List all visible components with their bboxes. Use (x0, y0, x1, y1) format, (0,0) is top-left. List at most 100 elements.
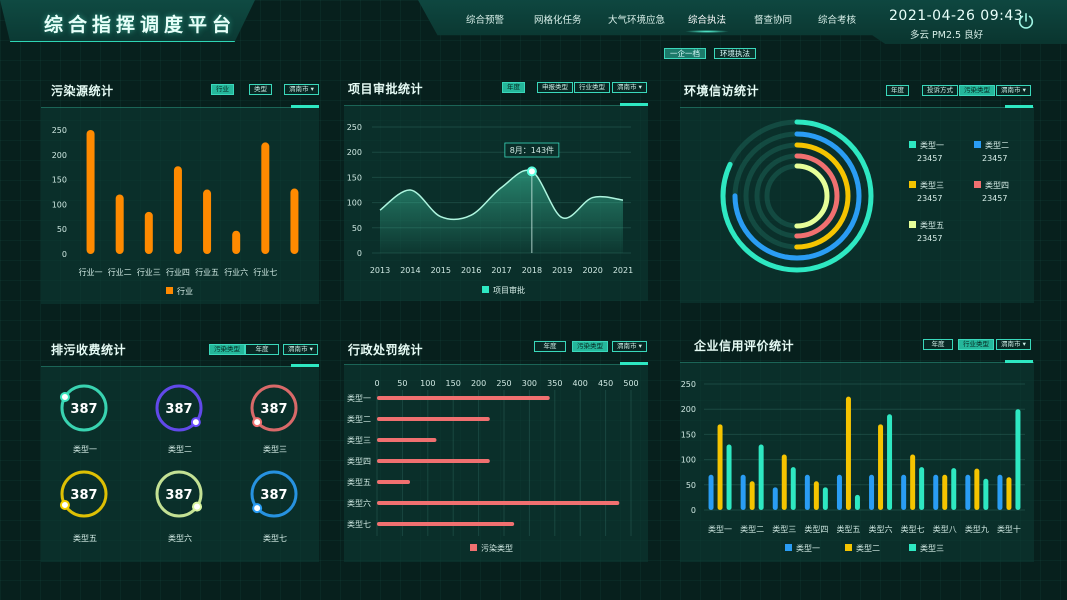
bar (781, 454, 787, 510)
gauge-value: 387 (260, 402, 287, 417)
bar (772, 487, 778, 510)
legend-swatch (785, 544, 792, 551)
bar (822, 487, 828, 510)
nav-item-enforcement[interactable]: 综合执法 (688, 12, 726, 26)
legend-swatch (909, 141, 916, 148)
y-tick-label: 0 (357, 249, 362, 258)
subtab-env-enforcement[interactable]: 环境执法 (714, 48, 756, 59)
gauge-value: 387 (260, 488, 287, 503)
bar (232, 230, 241, 254)
filter-city-dropdown[interactable]: 渭南市 ▾ (996, 85, 1031, 96)
gauge-dot (59, 500, 70, 510)
legend-swatch (470, 544, 477, 551)
legend-label: 项目审批 (493, 285, 525, 295)
filter-city-dropdown[interactable]: 渭南市 ▾ (283, 344, 318, 355)
filter-city-dropdown[interactable]: 渭南市 ▾ (612, 82, 647, 93)
filter-declare-type[interactable]: 申报类型 (537, 82, 573, 93)
x-tick-label: 2013 (370, 266, 390, 275)
bar (173, 166, 182, 254)
gauge-dot (252, 503, 263, 514)
bar (749, 481, 755, 510)
legend-value: 23457 (917, 154, 942, 163)
nav-active-indicator (685, 30, 729, 33)
legend-swatch (974, 141, 981, 148)
bar (983, 478, 989, 510)
filter-year[interactable]: 年度 (502, 82, 525, 93)
filter-pollution-type[interactable]: 污染类型 (209, 344, 245, 355)
x-tick-label: 2016 (461, 266, 481, 275)
y-tick-label: 0 (62, 250, 67, 259)
bar (1006, 477, 1012, 510)
x-tick-label: 200 (471, 379, 486, 388)
bar (813, 481, 819, 510)
bar (290, 188, 299, 254)
y-tick-label: 类型六 (347, 498, 371, 508)
panel-title-pollution: 污染源统计 (51, 84, 114, 98)
y-tick-label: 50 (352, 224, 362, 233)
filter-year[interactable]: 年度 (886, 85, 909, 96)
filter-industry-type[interactable]: 行业类型 (958, 339, 994, 350)
filter-type[interactable]: 类型 (249, 84, 272, 95)
filter-year[interactable]: 年度 (245, 344, 279, 355)
y-tick-label: 250 (681, 380, 696, 389)
y-tick-label: 150 (347, 173, 362, 182)
bar (854, 494, 860, 510)
y-tick-label: 100 (52, 200, 67, 209)
gauge-dot (252, 417, 263, 428)
bar (878, 424, 884, 510)
fee-label: 类型五 (73, 534, 97, 543)
x-tick-label: 2017 (491, 266, 511, 275)
filter-industry-type[interactable]: 行业类型 (574, 82, 610, 93)
filter-complaint-method[interactable]: 投诉方式 (922, 85, 958, 96)
panel-title-penalty: 行政处罚统计 (348, 343, 424, 357)
nav-item-supervision[interactable]: 督查协同 (754, 12, 792, 26)
subtab-enterprise-file[interactable]: 一企一档 (664, 48, 706, 59)
weather-display: 多云 PM2.5 良好 (910, 30, 984, 41)
panel-title-fee: 排污收费统计 (51, 343, 127, 357)
fee-label: 类型一 (73, 445, 97, 454)
x-tick-label: 2015 (431, 266, 451, 275)
x-tick-label: 行业四 (166, 267, 190, 277)
power-icon[interactable] (1017, 12, 1035, 30)
filter-year[interactable]: 年度 (534, 341, 566, 352)
legend-swatch (974, 181, 981, 188)
bar (845, 396, 851, 510)
bar (740, 474, 746, 510)
x-tick-label: 2021 (613, 266, 633, 275)
legend-label: 污染类型 (481, 543, 513, 553)
gauge-dot (59, 392, 70, 402)
y-tick-label: 50 (686, 481, 696, 490)
legend-label: 类型四 (985, 180, 1009, 190)
x-tick-label: 类型一 (708, 524, 732, 534)
gauge-dot (190, 417, 201, 428)
x-tick-label: 350 (547, 379, 562, 388)
gauge-value: 387 (70, 402, 97, 417)
filter-year[interactable]: 年度 (923, 339, 953, 350)
x-tick-label: 类型五 (836, 524, 860, 534)
x-tick-label: 类型三 (772, 524, 796, 534)
panel-title-approval: 项目审批统计 (348, 82, 424, 96)
filter-industry[interactable]: 行业 (211, 84, 234, 95)
x-tick-label: 2020 (582, 266, 602, 275)
filter-pollution-type[interactable]: 污染类型 (572, 341, 608, 352)
gauge-value: 387 (165, 488, 192, 503)
nav-item-air-emergency[interactable]: 大气环境应急 (608, 12, 665, 26)
x-tick-label: 类型六 (869, 524, 893, 534)
filter-pollution-type[interactable]: 污染类型 (959, 85, 995, 96)
bar (377, 480, 411, 484)
nav-item-grid-task[interactable]: 网格化任务 (534, 12, 582, 26)
bar (804, 474, 810, 510)
filter-city-dropdown[interactable]: 渭南市 ▾ (612, 341, 647, 352)
y-tick-label: 100 (681, 456, 696, 465)
datetime-display: 2021-04-26 09:43 (889, 8, 1024, 24)
x-tick-label: 行业六 (224, 267, 248, 277)
filter-city-dropdown[interactable]: 渭南市 ▾ (284, 84, 319, 95)
penalty-hbar-chart: 0 50 100 150 200 250 300 350 400 450 500 类型一类型二类型三类… (347, 379, 639, 553)
y-tick-label: 类型五 (347, 477, 371, 487)
nav-item-warning[interactable]: 综合预警 (466, 12, 504, 26)
legend-label: 类型一 (796, 543, 820, 553)
bar (758, 444, 764, 510)
nav-item-assessment[interactable]: 综合考核 (818, 12, 856, 26)
y-tick-label: 200 (52, 151, 67, 160)
filter-city-dropdown[interactable]: 渭南市 ▾ (996, 339, 1031, 350)
